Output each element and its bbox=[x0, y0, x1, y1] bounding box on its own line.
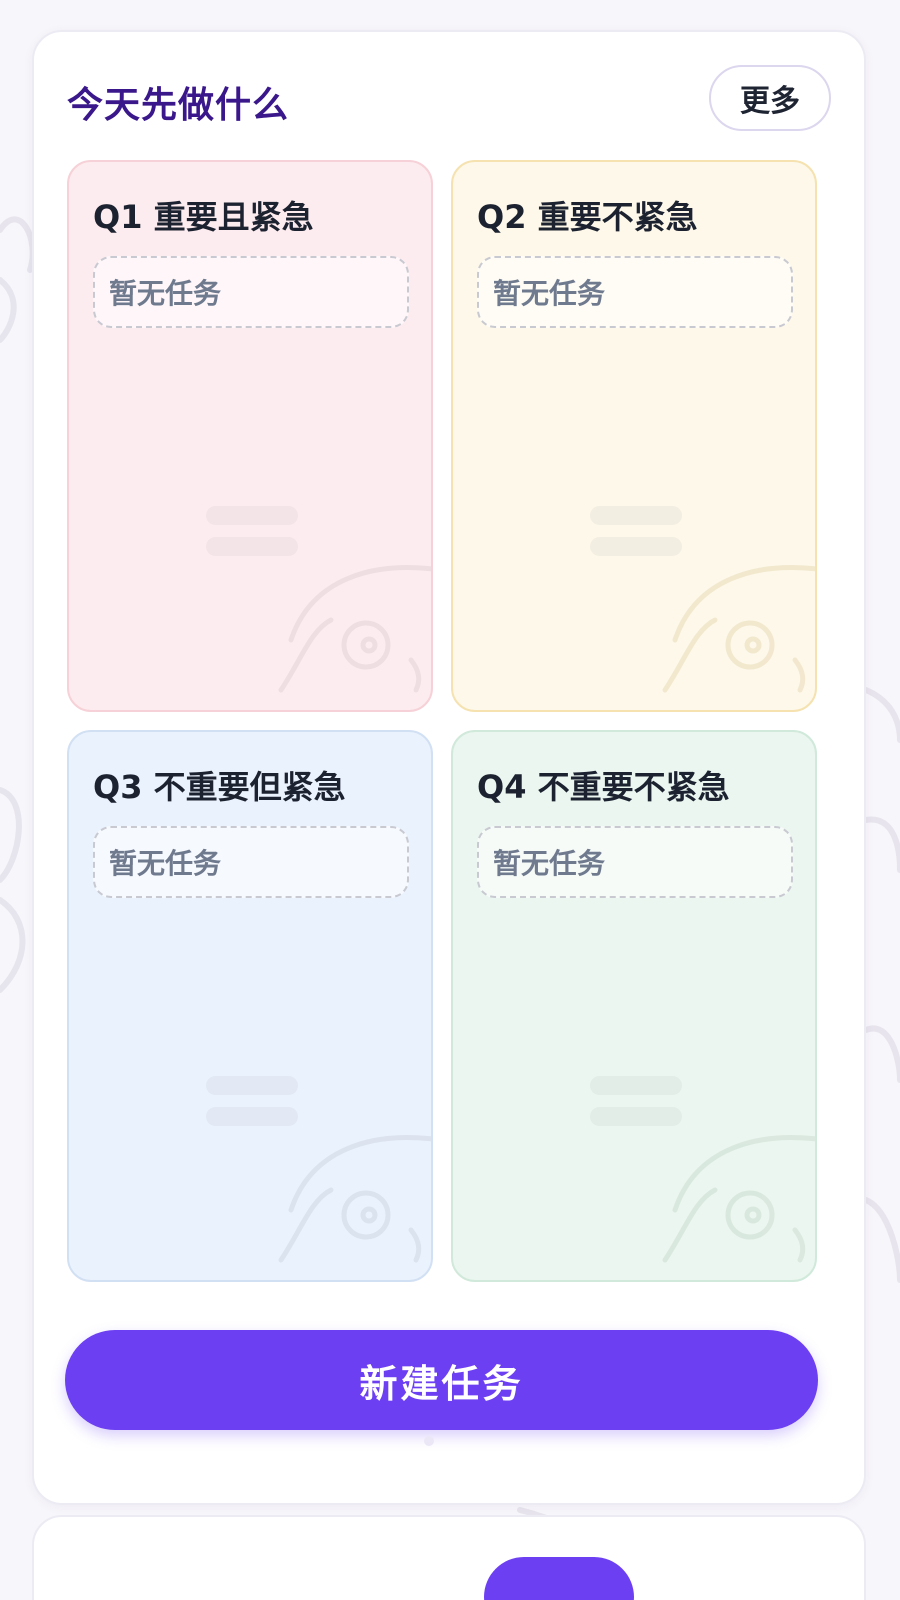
next-card-button[interactable] bbox=[484, 1557, 634, 1600]
quadrant-q3[interactable]: Q3 不重要但紧急 暂无任务 bbox=[67, 730, 433, 1282]
mascot-doodle-icon bbox=[662, 565, 815, 693]
empty-task-slot[interactable]: 暂无任务 bbox=[477, 256, 793, 328]
empty-task-slot[interactable]: 暂无任务 bbox=[93, 826, 409, 898]
priority-matrix-card: 今天先做什么 更多 Q1 重要且紧急 暂无任务 Q2 重要不紧急 暂无任务 Q3… bbox=[32, 30, 866, 1505]
card-title: 今天先做什么 bbox=[67, 85, 290, 126]
mascot-doodle-icon bbox=[278, 565, 431, 693]
quadrant-q4[interactable]: Q4 不重要不紧急 暂无任务 bbox=[451, 730, 817, 1282]
page-indicator-dot bbox=[424, 1436, 434, 1446]
next-card bbox=[32, 1515, 866, 1600]
mascot-doodle-icon bbox=[662, 1135, 815, 1263]
quadrant-q1[interactable]: Q1 重要且紧急 暂无任务 bbox=[67, 160, 433, 712]
quadrant-q2[interactable]: Q2 重要不紧急 暂无任务 bbox=[451, 160, 817, 712]
quadrant-title: Q4 不重要不紧急 bbox=[477, 768, 730, 806]
quadrant-title: Q3 不重要但紧急 bbox=[93, 768, 346, 806]
quadrant-title: Q1 重要且紧急 bbox=[93, 198, 314, 236]
more-button[interactable]: 更多 bbox=[709, 65, 831, 131]
new-task-button[interactable]: 新建任务 bbox=[65, 1330, 818, 1430]
empty-task-slot[interactable]: 暂无任务 bbox=[477, 826, 793, 898]
mascot-doodle-icon bbox=[278, 1135, 431, 1263]
quadrant-title: Q2 重要不紧急 bbox=[477, 198, 698, 236]
empty-task-slot[interactable]: 暂无任务 bbox=[93, 256, 409, 328]
